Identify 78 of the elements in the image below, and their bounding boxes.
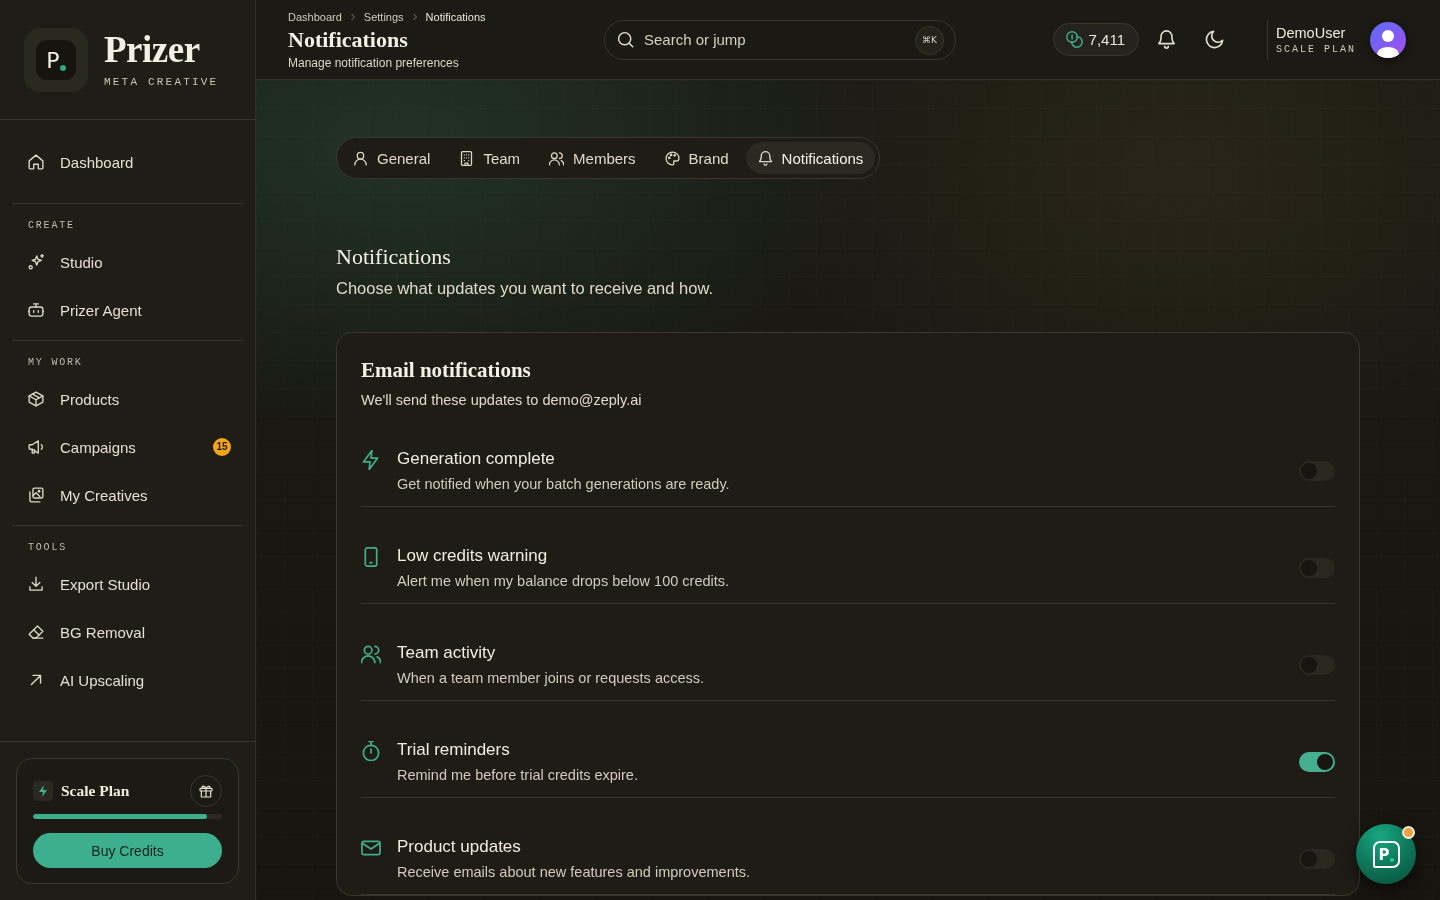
moon-icon xyxy=(1205,30,1225,49)
notification-title: Product updates xyxy=(397,836,522,858)
coins-icon xyxy=(1065,31,1083,48)
section-label: TOOLS xyxy=(27,542,68,554)
sidebar-item[interactable]: Campaigns 15 xyxy=(12,423,243,471)
sidebar-item[interactable]: Export Studio xyxy=(12,560,243,608)
brand-tagline: META CREATIVE xyxy=(104,75,219,89)
megaphone-icon xyxy=(28,439,44,455)
sidebar-item[interactable]: BG Removal xyxy=(12,608,243,656)
home-icon xyxy=(28,154,44,170)
notification-description: When a team member joins or requests access. xyxy=(397,669,706,688)
sidebar-item[interactable]: My Creatives xyxy=(12,471,243,519)
settings-tab[interactable]: Team xyxy=(447,142,533,174)
tablet-icon xyxy=(361,547,381,567)
notification-title: Team activity xyxy=(397,642,497,664)
chevron-right-icon xyxy=(410,13,419,21)
chevron-right-icon xyxy=(348,13,357,21)
notification-title: Low credits warning xyxy=(397,545,549,567)
eraser-icon xyxy=(28,624,44,640)
sidebar-item[interactable]: Dashboard xyxy=(12,138,243,186)
avatar-icon[interactable] xyxy=(1370,21,1406,58)
page-subtitle: Manage notification preferences xyxy=(288,55,460,71)
settings-tab[interactable]: Notifications xyxy=(745,142,876,174)
notification-description: Get notified when your batch generations are ready. xyxy=(397,475,731,494)
users-icon xyxy=(361,644,381,664)
arrow-up-right-icon xyxy=(28,672,44,688)
settings-tab[interactable]: Members xyxy=(537,142,648,174)
search-icon xyxy=(617,30,634,48)
sidebar-item[interactable]: AI Upscaling xyxy=(12,656,243,704)
section-subtitle: Choose what updates you want to receive and how. xyxy=(336,278,714,299)
box-icon xyxy=(28,391,44,407)
bell-icon xyxy=(757,150,773,166)
settings-tab[interactable]: Brand xyxy=(652,142,741,174)
section-title: Notifications xyxy=(336,244,452,270)
images-icon xyxy=(28,487,44,503)
users-icon xyxy=(549,150,565,166)
breadcrumb-link[interactable]: Settings xyxy=(363,11,404,23)
buy-credits-button[interactable]: Buy Credits xyxy=(33,833,222,868)
user-name: DemoUser xyxy=(1276,23,1347,42)
sparkles-icon xyxy=(28,254,44,270)
plan-name: Scale Plan xyxy=(61,782,130,800)
stopwatch-icon xyxy=(361,741,381,761)
notification-dot-icon xyxy=(1402,826,1415,839)
count-badge: 15 xyxy=(213,438,231,456)
credits-button[interactable]: 7,411 xyxy=(1052,23,1139,56)
breadcrumb-link[interactable]: Dashboard xyxy=(288,11,342,23)
robot-icon xyxy=(28,302,44,318)
settings-tab[interactable]: General xyxy=(341,142,443,174)
dot-icon xyxy=(59,64,66,71)
lightning-icon xyxy=(361,450,381,470)
dot-icon xyxy=(1389,857,1394,862)
brand-name: Prizer xyxy=(104,30,201,69)
bell-icon xyxy=(1157,30,1177,49)
user-icon xyxy=(353,150,368,166)
logo-letter: P xyxy=(46,49,60,72)
notification-description: Receive emails about new features and improvements. xyxy=(397,863,751,882)
palette-icon xyxy=(664,150,680,166)
notification-description: Alert me when my balance drops below 100 credits. xyxy=(397,572,731,591)
breadcrumb-current: Notifications xyxy=(425,11,486,23)
mail-icon xyxy=(361,838,381,858)
lightning-icon xyxy=(33,781,53,801)
gift-icon xyxy=(199,784,213,798)
sidebar-item[interactable]: Studio xyxy=(12,238,243,286)
notification-title: Generation complete xyxy=(397,448,556,470)
notification-title: Trial reminders xyxy=(397,739,511,761)
toggle-switch[interactable] xyxy=(1299,751,1335,772)
chat-button[interactable]: P xyxy=(1356,824,1416,884)
notification-description: Remind me before trial credits expire. xyxy=(397,766,639,785)
section-label: CREATE xyxy=(27,220,76,232)
section-label: MY WORK xyxy=(27,357,84,369)
sidebar-item[interactable]: Prizer Agent xyxy=(12,286,243,334)
page-title: Notifications xyxy=(288,27,409,53)
user-plan: SCALE PLAN xyxy=(1276,42,1356,56)
card-subtitle: We'll send these updates to demo@zeply.ai xyxy=(361,391,643,410)
sidebar-item[interactable]: Products xyxy=(12,375,243,423)
building-icon xyxy=(459,150,475,166)
download-icon xyxy=(28,576,44,592)
card-title: Email notifications xyxy=(361,357,532,383)
